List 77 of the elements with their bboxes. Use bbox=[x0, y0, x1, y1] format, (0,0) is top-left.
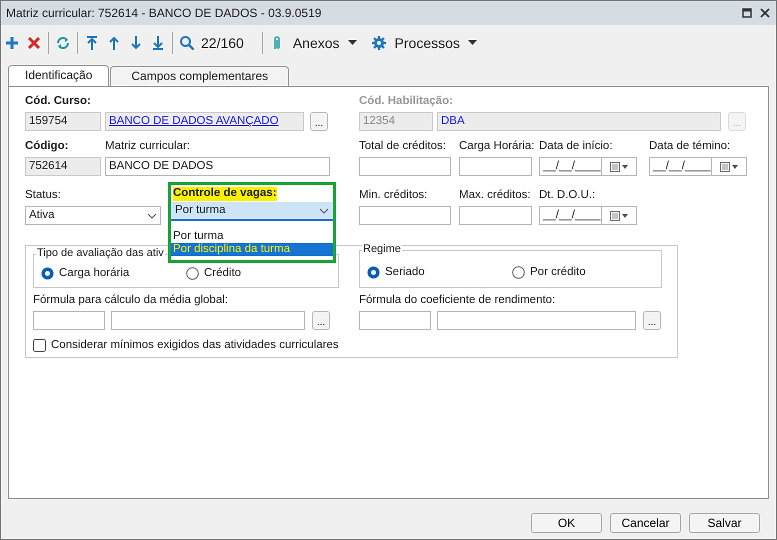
select-field[interactable]: Por turma bbox=[171, 202, 333, 221]
refresh-icon[interactable] bbox=[55, 35, 71, 51]
text-field[interactable]: 752614 bbox=[25, 157, 101, 176]
close-icon[interactable] bbox=[760, 8, 770, 18]
tab[interactable]: Campos complementares bbox=[110, 66, 290, 86]
calendar-button[interactable] bbox=[602, 206, 637, 225]
dropdown-option[interactable]: Por disciplina da turma bbox=[171, 243, 333, 256]
text-field[interactable] bbox=[437, 311, 636, 330]
field-label: Carga Horária: bbox=[459, 140, 532, 154]
field-label: Data de início: bbox=[539, 140, 614, 154]
group-title: Regime bbox=[362, 243, 402, 256]
field-label: Data de témino: bbox=[649, 140, 732, 154]
radio-button[interactable] bbox=[512, 266, 525, 280]
lookup-field[interactable]: BANCO DE DADOS AVANÇADO bbox=[105, 112, 304, 131]
field-label: Max. créditos: bbox=[459, 189, 532, 203]
field-label: Total de créditos: bbox=[359, 140, 447, 154]
radio-selected[interactable] bbox=[41, 267, 54, 280]
radio-selected[interactable] bbox=[367, 266, 380, 280]
field-label: Dt. D.O.U.: bbox=[539, 189, 596, 203]
delete-icon[interactable] bbox=[26, 35, 42, 51]
text-field[interactable] bbox=[33, 311, 105, 330]
field-label: Matriz curricular: bbox=[105, 140, 191, 154]
radio-label[interactable]: Carga horária bbox=[59, 267, 130, 281]
text-field[interactable] bbox=[359, 311, 431, 330]
text-field[interactable]: 159754 bbox=[25, 112, 101, 131]
field-label: Cód. Habilitação: bbox=[359, 95, 454, 109]
text-field[interactable] bbox=[111, 311, 305, 330]
calendar-icon bbox=[610, 162, 628, 172]
field-label: Fórmula para cálculo da média global: bbox=[33, 294, 229, 308]
dropdown-option[interactable]: Por turma bbox=[171, 230, 333, 243]
text-field[interactable]: BANCO DE DADOS bbox=[105, 157, 330, 176]
field-label: Código: bbox=[25, 140, 70, 154]
radio-label[interactable]: Seriado bbox=[385, 266, 425, 280]
text-field[interactable] bbox=[459, 157, 532, 176]
select-field[interactable]: Ativa bbox=[25, 206, 161, 225]
caret-icon bbox=[468, 40, 477, 46]
field-label: Controle de vagas: bbox=[173, 187, 277, 201]
text-field[interactable] bbox=[359, 157, 451, 176]
radio-label[interactable]: Por crédito bbox=[530, 266, 586, 280]
caret-icon bbox=[348, 40, 357, 46]
checkbox[interactable] bbox=[33, 339, 46, 352]
calendar-icon bbox=[720, 162, 738, 172]
dialog-button[interactable]: OK bbox=[531, 513, 602, 533]
calendar-button[interactable] bbox=[712, 157, 747, 176]
restore-icon[interactable] bbox=[742, 8, 752, 18]
lookup-button[interactable]: ... bbox=[643, 311, 661, 330]
text-field[interactable] bbox=[459, 206, 532, 225]
field-label: Cód. Curso: bbox=[25, 95, 92, 109]
search-icon[interactable] bbox=[179, 35, 195, 51]
lookup-button[interactable]: ... bbox=[312, 311, 330, 330]
tab[interactable]: Identificação bbox=[8, 65, 110, 86]
date-field[interactable]: __/__/____ bbox=[539, 206, 602, 225]
add-icon[interactable] bbox=[4, 35, 20, 51]
record-counter: 22/160 bbox=[201, 34, 244, 52]
menu-button[interactable]: Anexos bbox=[268, 32, 357, 54]
field-label: Fórmula do coeficiente de rendimento: bbox=[359, 294, 556, 308]
chevron-icon bbox=[319, 208, 329, 214]
calendar-button[interactable] bbox=[602, 157, 637, 176]
chevron-icon bbox=[147, 212, 157, 218]
radio-label[interactable]: Crédito bbox=[204, 267, 242, 281]
date-field[interactable]: __/__/____ bbox=[539, 157, 602, 176]
gear-icon bbox=[370, 35, 387, 51]
field-label: Min. créditos: bbox=[359, 189, 428, 203]
field-label: Status: bbox=[25, 189, 62, 203]
date-field[interactable]: __/__/____ bbox=[649, 157, 712, 176]
last-record-icon[interactable] bbox=[150, 35, 166, 51]
lookup-button[interactable]: ... bbox=[310, 112, 328, 131]
text-field[interactable] bbox=[359, 206, 451, 225]
radio-button[interactable] bbox=[186, 267, 199, 280]
group-title: Tipo de avaliação das ativ bbox=[36, 247, 165, 260]
dialog-button[interactable]: Salvar bbox=[689, 513, 760, 533]
dialog-button[interactable]: Cancelar bbox=[610, 513, 681, 533]
first-record-icon[interactable] bbox=[84, 35, 100, 51]
window-title: Matriz curricular: 752614 - BANCO DE DADOS - 03.9.0519 bbox=[6, 6, 322, 20]
checkbox-label[interactable]: Considerar mínimos exigidos das atividades curriculares bbox=[51, 339, 339, 353]
menu-button[interactable]: Processos bbox=[370, 32, 477, 54]
calendar-icon bbox=[610, 210, 628, 220]
